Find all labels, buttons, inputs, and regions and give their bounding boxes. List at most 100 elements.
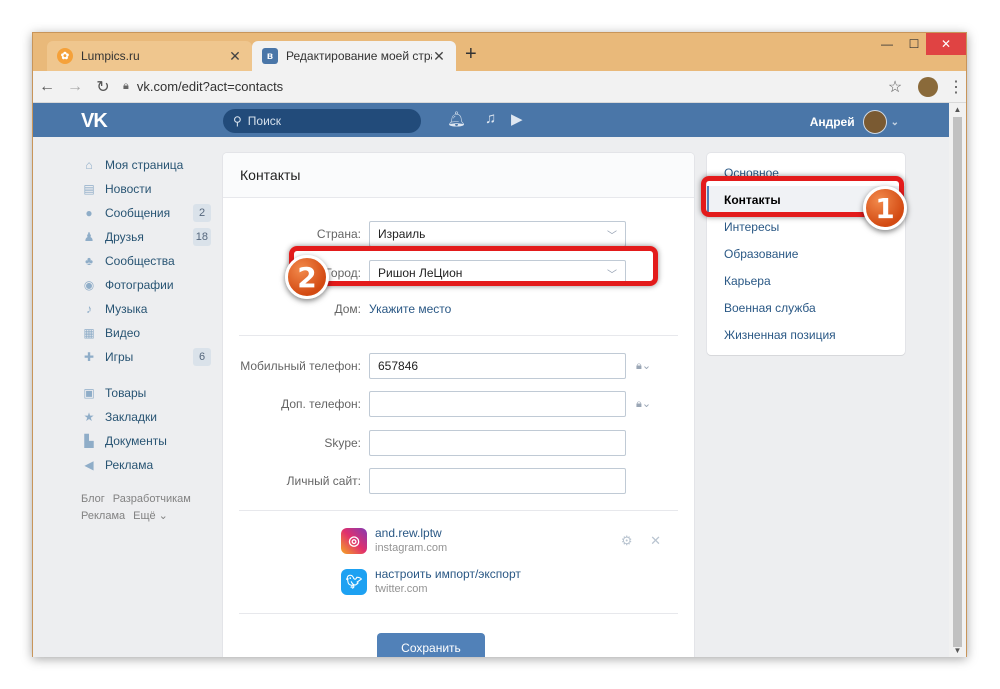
mobile-phone-input[interactable]: 657846 — [369, 353, 626, 379]
tab-title: Редактирование моей страницы — [286, 49, 432, 63]
vertical-scrollbar[interactable]: ▲ ▼ — [949, 103, 966, 657]
instagram-account[interactable]: and.rew.lptw — [375, 526, 447, 541]
extra-phone-label: Доп. телефон: — [281, 397, 361, 411]
tab-vk-edit[interactable]: в Редактирование моей страницы ✕ — [252, 41, 456, 71]
sidebar-item-documents[interactable]: ▙ Документы — [81, 429, 211, 453]
sidebar-item-label: Сообщества — [105, 254, 175, 268]
page-title: Контакты — [223, 153, 694, 198]
star-icon: ★ — [83, 410, 95, 424]
skype-input[interactable] — [369, 430, 626, 456]
bag-icon: ▣ — [83, 386, 95, 400]
footer-link-developers[interactable]: Разработчикам — [113, 493, 191, 505]
sidebar-item-ads[interactable]: ◀ Реклама — [81, 453, 211, 477]
sidebar-item-label: Реклама — [105, 458, 154, 472]
gamepad-icon: ✚ — [83, 350, 95, 364]
footer-link-blog[interactable]: Блог — [81, 493, 105, 505]
close-icon[interactable]: ✕ — [650, 533, 661, 548]
sidebar-footer: Блог Разработчикам Реклама Ещё ⌄ — [81, 491, 211, 525]
sidebar-item-label: Музыка — [105, 302, 148, 316]
sidebar-item-label: Новости — [105, 182, 152, 196]
sidebar-item-my-page[interactable]: ⌂ Моя страница — [81, 153, 211, 177]
country-row: Страна: Израиль ﹀ — [223, 221, 694, 247]
skype-row: Skype: — [223, 430, 694, 456]
sidebar-item-photos[interactable]: ◉ Фотографии — [81, 273, 211, 297]
menu-item-military[interactable]: Военная служба — [707, 294, 905, 321]
twitter-setup-link[interactable]: настроить импорт/экспорт — [375, 567, 521, 582]
footer-link-ads[interactable]: Реклама — [81, 510, 125, 522]
menu-kebab-icon[interactable]: ⋮ — [946, 77, 966, 97]
bookmark-star-icon[interactable]: ☆ — [880, 77, 910, 97]
sidebar-item-video[interactable]: ▦ Видео — [81, 321, 211, 345]
site-row: Личный сайт: — [223, 468, 694, 494]
new-tab-button[interactable]: + — [465, 43, 477, 66]
url-field[interactable]: 🔒︎ vk.com/edit?act=contacts — [123, 75, 880, 99]
country-value: Израиль — [378, 227, 426, 241]
sidebar-item-bookmarks[interactable]: ★ Закладки — [81, 405, 211, 429]
avatar — [862, 110, 887, 134]
search-placeholder: Поиск — [247, 114, 282, 128]
music-note-icon[interactable]: ♫ — [485, 110, 496, 127]
vk-search-input[interactable]: ⚲ Поиск — [223, 109, 421, 133]
back-arrow-icon[interactable]: ← — [33, 78, 61, 96]
extra-phone-row: Доп. телефон: 🔒︎⌄ — [223, 391, 694, 417]
country-label: Страна: — [316, 227, 361, 241]
megaphone-icon: ◀ — [84, 458, 94, 472]
instagram-icon: ◎ — [341, 528, 367, 554]
minimize-button[interactable]: — — [872, 33, 902, 55]
maximize-button[interactable]: ☐ — [899, 33, 929, 55]
menu-item-career[interactable]: Карьера — [707, 267, 905, 294]
site-input[interactable] — [369, 468, 626, 494]
lock-privacy-icon[interactable]: 🔒︎⌄ — [636, 359, 651, 373]
chevron-down-icon: ﹀ — [607, 230, 617, 242]
mobile-value: 657846 — [378, 359, 419, 373]
lock-privacy-icon[interactable]: 🔒︎⌄ — [636, 397, 651, 411]
close-window-button[interactable]: ✕ — [926, 33, 966, 55]
chevron-down-icon: ⌄ — [890, 116, 899, 128]
site-label: Личный сайт: — [286, 474, 361, 488]
reload-icon[interactable]: ↻ — [89, 77, 117, 97]
user-name: Андрей — [809, 115, 855, 129]
menu-item-life-position[interactable]: Жизненная позиция — [707, 321, 905, 348]
home-location-link[interactable]: Укажите место — [369, 302, 451, 316]
search-icon: ⚲ — [233, 114, 242, 128]
sidebar-item-messages[interactable]: ● Сообщения 2 — [81, 201, 211, 225]
sidebar-item-friends[interactable]: ♟ Друзья 18 — [81, 225, 211, 249]
play-icon[interactable]: ▶ — [511, 110, 523, 128]
sidebar-item-music[interactable]: ♪ Музыка — [81, 297, 211, 321]
vk-header: VK ⚲ Поиск 🔔︎ ♫ ▶ Андрей ⌄ — [33, 103, 949, 137]
scrollbar-thumb[interactable] — [953, 117, 962, 647]
bell-icon[interactable]: 🔔︎ — [447, 110, 466, 128]
sidebar-item-label: Сообщения — [105, 206, 171, 220]
profile-avatar-icon[interactable] — [918, 76, 938, 97]
home-label: Дом: — [334, 302, 361, 316]
vk-favicon-icon: в — [262, 48, 278, 64]
scroll-down-icon[interactable]: ▼ — [949, 646, 966, 655]
footer-link-more[interactable]: Ещё ⌄ — [133, 510, 168, 522]
sidebar-item-communities[interactable]: ♣ Сообщества — [81, 249, 211, 273]
close-tab-icon[interactable]: ✕ — [228, 48, 242, 65]
forward-arrow-icon[interactable]: → — [61, 78, 89, 96]
scroll-up-icon[interactable]: ▲ — [949, 105, 966, 114]
tab-lumpics[interactable]: ✿ Lumpics.ru ✕ — [47, 41, 252, 71]
step-badge-2: 2 — [285, 255, 329, 299]
gear-icon[interactable]: ⚙ — [621, 533, 633, 548]
home-row: Дом: Укажите место — [223, 296, 694, 322]
sidebar-item-games[interactable]: ✚ Игры 6 — [81, 345, 211, 369]
sidebar-item-label: Товары — [105, 386, 147, 400]
user-menu[interactable]: Андрей ⌄ — [810, 110, 899, 134]
country-select[interactable]: Израиль ﹀ — [369, 221, 626, 247]
twitter-domain: twitter.com — [375, 583, 428, 595]
sidebar-item-label: Друзья — [105, 230, 144, 244]
sidebar-item-news[interactable]: ▤ Новости — [81, 177, 211, 201]
count-badge: 18 — [192, 228, 211, 246]
sidebar-item-label: Моя страница — [105, 158, 184, 172]
section-divider — [239, 510, 678, 511]
extra-phone-input[interactable] — [369, 391, 626, 417]
menu-item-education[interactable]: Образование — [707, 240, 905, 267]
close-tab-icon[interactable]: ✕ — [432, 48, 446, 65]
save-button[interactable]: Сохранить — [377, 633, 485, 657]
sidebar-item-goods[interactable]: ▣ Товары — [81, 381, 211, 405]
group-icon: ♣ — [85, 254, 93, 268]
sidebar-item-label: Видео — [105, 326, 141, 340]
vk-logo[interactable]: VK — [81, 110, 108, 133]
